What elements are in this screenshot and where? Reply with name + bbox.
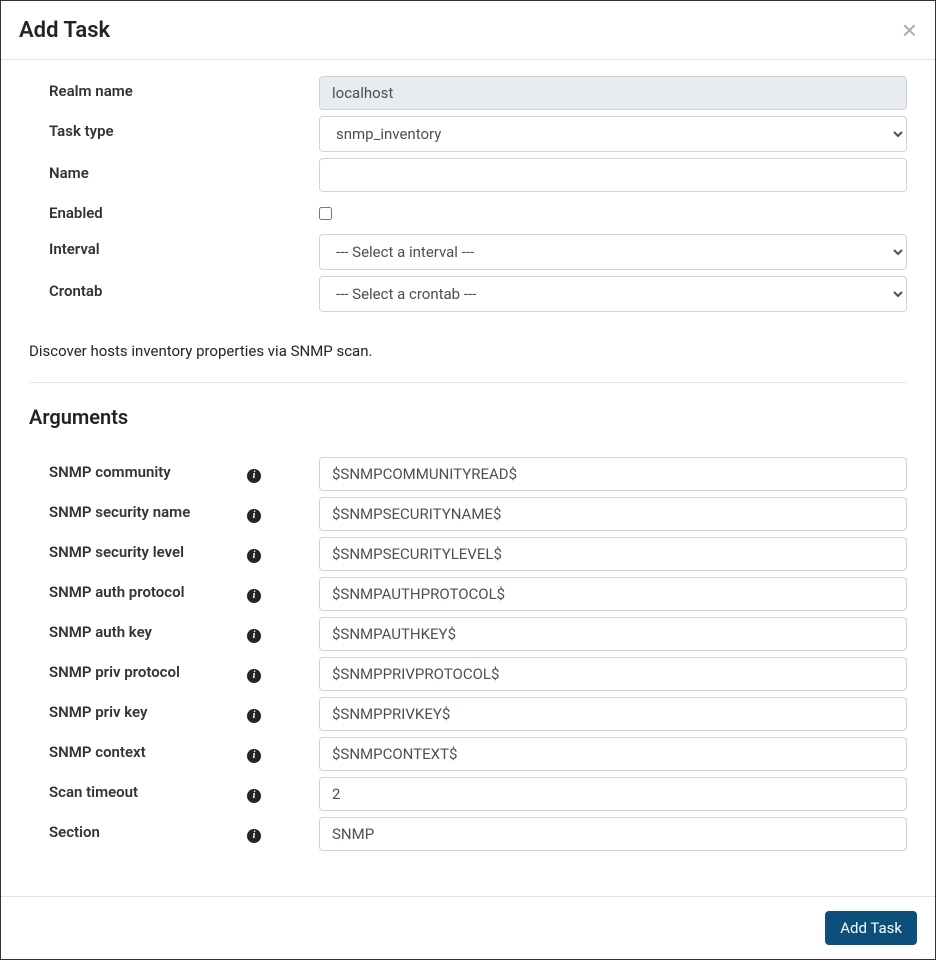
row-enabled: Enabled [29,198,907,224]
select-task-type[interactable]: snmp_inventory [319,116,907,152]
info-icon[interactable]: i [247,829,261,843]
arguments-title: Arguments [29,405,907,429]
info-icon[interactable]: i [247,509,261,523]
modal-header: Add Task × [1,1,935,60]
select-crontab[interactable]: --- Select a crontab --- [319,276,907,312]
label-task-type: Task type [29,116,319,140]
info-icon[interactable]: i [247,589,261,603]
divider [29,382,907,383]
row-realm-name: Realm name [29,76,907,110]
label-interval: Interval [29,234,319,258]
arg-label: SNMP priv protocol [29,657,247,681]
add-task-modal: Add Task × Realm name Task type snmp_inv… [0,0,936,960]
row-task-type: Task type snmp_inventory [29,116,907,152]
row-name: Name [29,158,907,192]
arg-label: SNMP auth protocol [29,577,247,601]
arg-input[interactable] [319,777,907,811]
input-name[interactable] [319,158,907,192]
info-icon[interactable]: i [247,709,261,723]
modal-footer: Add Task [1,896,935,959]
modal-body[interactable]: Realm name Task type snmp_inventory Name [1,60,935,896]
label-realm-name: Realm name [29,76,319,100]
arg-input[interactable] [319,537,907,571]
arg-label: SNMP security name [29,497,247,521]
modal-title: Add Task [19,18,110,43]
info-icon[interactable]: i [247,749,261,763]
arg-row: SNMP communityi [29,457,907,491]
checkbox-enabled[interactable] [319,207,332,220]
info-icon[interactable]: i [247,669,261,683]
label-enabled: Enabled [29,198,319,222]
arg-row: SNMP priv protocoli [29,657,907,691]
arg-row: SNMP priv keyi [29,697,907,731]
arg-label: SNMP security level [29,537,247,561]
arg-label: Section [29,817,247,841]
info-icon[interactable]: i [247,629,261,643]
modal-body-wrap: Realm name Task type snmp_inventory Name [1,60,935,896]
info-icon[interactable]: i [247,469,261,483]
arg-row: Sectioni [29,817,907,851]
arg-input[interactable] [319,737,907,771]
arg-label: SNMP community [29,457,247,481]
select-interval[interactable]: --- Select a interval --- [319,234,907,270]
arg-row: Scan timeouti [29,777,907,811]
arg-input[interactable] [319,617,907,651]
info-icon[interactable]: i [247,549,261,563]
close-button[interactable]: × [902,17,917,43]
task-description: Discover hosts inventory properties via … [29,342,907,360]
arg-row: SNMP auth protocoli [29,577,907,611]
input-realm-name [319,76,907,110]
arg-input[interactable] [319,457,907,491]
arg-input[interactable] [319,817,907,851]
add-task-button[interactable]: Add Task [825,911,917,945]
arg-label: SNMP priv key [29,697,247,721]
arg-input[interactable] [319,577,907,611]
row-crontab: Crontab --- Select a crontab --- [29,276,907,312]
arg-row: SNMP auth keyi [29,617,907,651]
arg-label: SNMP auth key [29,617,247,641]
row-interval: Interval --- Select a interval --- [29,234,907,270]
arg-row: SNMP security namei [29,497,907,531]
info-icon[interactable]: i [247,789,261,803]
arg-row: SNMP contexti [29,737,907,771]
label-name: Name [29,158,319,182]
arg-input[interactable] [319,697,907,731]
arg-label: Scan timeout [29,777,247,801]
label-crontab: Crontab [29,276,319,300]
arg-input[interactable] [319,497,907,531]
arg-label: SNMP context [29,737,247,761]
arg-input[interactable] [319,657,907,691]
arg-row: SNMP security leveli [29,537,907,571]
